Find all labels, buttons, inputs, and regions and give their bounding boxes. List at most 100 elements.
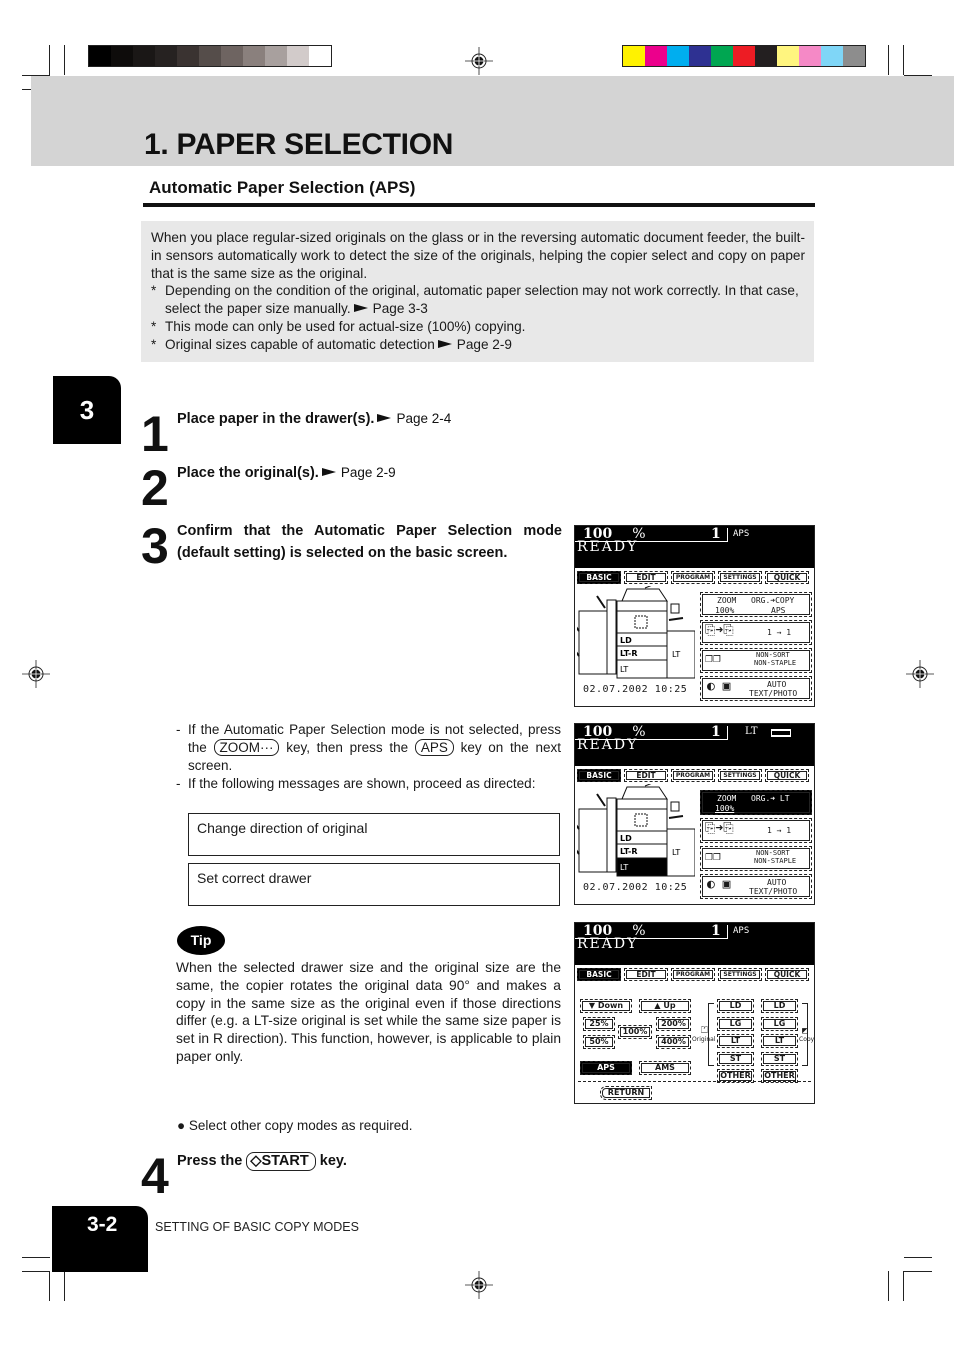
original-icon: ⏍ [701, 1026, 708, 1036]
tab-quick[interactable]: QUICK [765, 968, 809, 981]
zoom-50-button[interactable]: 50% [583, 1035, 615, 1049]
color-swatch [733, 46, 755, 66]
color-swatch [799, 46, 821, 66]
sort-icon: ❐❐ [705, 849, 721, 864]
zoom-up-button[interactable]: ▲ Up [639, 999, 691, 1013]
original-size-lg-button[interactable]: LG [717, 1016, 754, 1031]
copy-count: 1 [711, 526, 721, 542]
original-bracket [708, 1003, 714, 1066]
tab-program[interactable]: PROGRAM [671, 968, 715, 981]
tab-basic[interactable]: BASIC [577, 769, 621, 782]
copy-size-ld-button[interactable]: LD [761, 999, 798, 1013]
color-swatch [89, 46, 111, 66]
color-swatch [821, 46, 843, 66]
zoom-400-button[interactable]: 400% [656, 1035, 691, 1049]
copy-size-lg-button[interactable]: LG [761, 1016, 798, 1031]
original-size-ld-button[interactable]: LD [717, 999, 754, 1013]
tab-bar: BASIC EDIT PROGRAM SETTINGS QUICK [577, 769, 809, 782]
color-swatch [177, 46, 199, 66]
color-swatch [111, 46, 133, 66]
zoom-200-button[interactable]: 200% [656, 1017, 691, 1031]
zoom-down-button[interactable]: ▼ Down [580, 999, 632, 1013]
color-swatch [243, 46, 265, 66]
color-swatch [777, 46, 799, 66]
copier-diagram: LD LT-R LT LT [577, 784, 695, 877]
page-reference: Page 2-4 [396, 411, 452, 426]
svg-text:LT: LT [672, 848, 680, 857]
tab-edit[interactable]: EDIT [624, 769, 668, 782]
tab-quick[interactable]: QUICK [765, 769, 809, 782]
duplex-button[interactable]: ⎘➜⎘ 1 → 1 [700, 818, 812, 843]
chapter-name: SETTING OF BASIC COPY MODES [155, 1220, 359, 1234]
return-button[interactable]: RETURN [600, 1086, 652, 1100]
tab-edit[interactable]: EDIT [624, 571, 668, 584]
copy-count: 1 [711, 923, 721, 939]
color-swatch [133, 46, 155, 66]
svg-text:LT-R: LT-R [620, 649, 638, 658]
crop-mark [64, 45, 65, 75]
crop-mark [49, 45, 50, 75]
crop-mark [903, 1271, 904, 1301]
page-reference: Page 3-3 [372, 301, 428, 317]
process-color-bar [622, 45, 866, 67]
crop-mark [64, 1271, 65, 1301]
step-text: Place paper in the drawer(s). Page 2-4 [177, 411, 452, 427]
step-number: 3 [141, 518, 169, 574]
original-mode-button[interactable]: ◐ ▣ AUTO TEXT/PHOTO [700, 676, 812, 701]
ams-button[interactable]: AMS [639, 1061, 691, 1075]
color-swatch [155, 46, 177, 66]
color-swatch [645, 46, 667, 66]
color-swatch [309, 46, 331, 66]
duplex-icon: ⎘➜⎘ [705, 623, 734, 638]
original-mode-button[interactable]: ◐ ▣ AUTO TEXT/PHOTO [700, 874, 812, 899]
tab-basic[interactable]: BASIC [577, 968, 621, 981]
sort-button[interactable]: ❐❐ NON-SORT NON-STAPLE [700, 846, 812, 871]
color-swatch [623, 46, 645, 66]
tab-quick[interactable]: QUICK [765, 571, 809, 584]
copy-count: 1 [711, 724, 721, 740]
registration-mark-icon [465, 47, 493, 75]
sort-button[interactable]: ❐❐ NON-SORT NON-STAPLE [700, 648, 812, 673]
tab-settings[interactable]: SETTINGS [718, 571, 762, 584]
status-bar: 100% 1 LT READY [575, 724, 814, 766]
crop-mark [903, 45, 904, 75]
original-size-st-button[interactable]: ST [717, 1051, 754, 1066]
step-text: Press the ◇START key. [177, 1152, 347, 1171]
step-number: 1 [141, 406, 169, 462]
tab-basic[interactable]: BASIC [577, 571, 621, 584]
note-item: - If the following messages are shown, p… [176, 776, 536, 791]
tab-program[interactable]: PROGRAM [671, 571, 715, 584]
copy-size-st-button[interactable]: ST [761, 1051, 798, 1066]
svg-text:LD: LD [620, 834, 632, 843]
zoom-button[interactable]: ZOOM 100% ORG.➜COPY APS [700, 592, 812, 617]
original-size-other-button[interactable]: OTHER [717, 1069, 754, 1083]
color-swatch [221, 46, 243, 66]
step-text: Confirm that the Automatic Paper Selecti… [177, 523, 562, 561]
tab-settings[interactable]: SETTINGS [718, 769, 762, 782]
crop-mark [888, 45, 889, 75]
copy-size-other-button[interactable]: OTHER [761, 1069, 798, 1083]
color-swatch [755, 46, 777, 66]
duplex-button[interactable]: ⎘➜⎘ 1 → 1 [700, 620, 812, 645]
copy-size-lt-button[interactable]: LT [761, 1034, 798, 1048]
crop-mark [904, 1257, 932, 1258]
tab-settings[interactable]: SETTINGS [718, 968, 762, 981]
zoom-100-button[interactable]: 100% [618, 1025, 652, 1039]
svg-text:LT-R: LT-R [620, 847, 638, 856]
tab-program[interactable]: PROGRAM [671, 769, 715, 782]
date-time: 02.07.2002 10:25 [583, 882, 688, 893]
zoom-key: ZOOM··· [213, 739, 280, 756]
aps-button[interactable]: APS [580, 1061, 632, 1075]
page-number-tab: 3-2 [52, 1206, 148, 1272]
grayscale-color-bar [88, 45, 332, 67]
original-size-lt-button[interactable]: LT [717, 1034, 754, 1048]
start-diamond-icon: ◇ [250, 1153, 262, 1169]
tip-badge: Tip [177, 926, 225, 955]
zoom-button[interactable]: ZOOM 100% ORG.➜ LT [700, 790, 812, 815]
arrow-right-icon [437, 339, 452, 348]
tab-edit[interactable]: EDIT [624, 968, 668, 981]
copy-icon: ◩ [802, 1026, 808, 1036]
lcd-screen-basic-lt: 100% 1 LT READY BASIC EDIT PROGRAM SETTI… [574, 723, 815, 905]
zoom-25-button[interactable]: 25% [583, 1017, 615, 1031]
lcd-screen-zoom: 100% 1 APS READY BASIC EDIT PROGRAM SETT… [574, 922, 815, 1104]
